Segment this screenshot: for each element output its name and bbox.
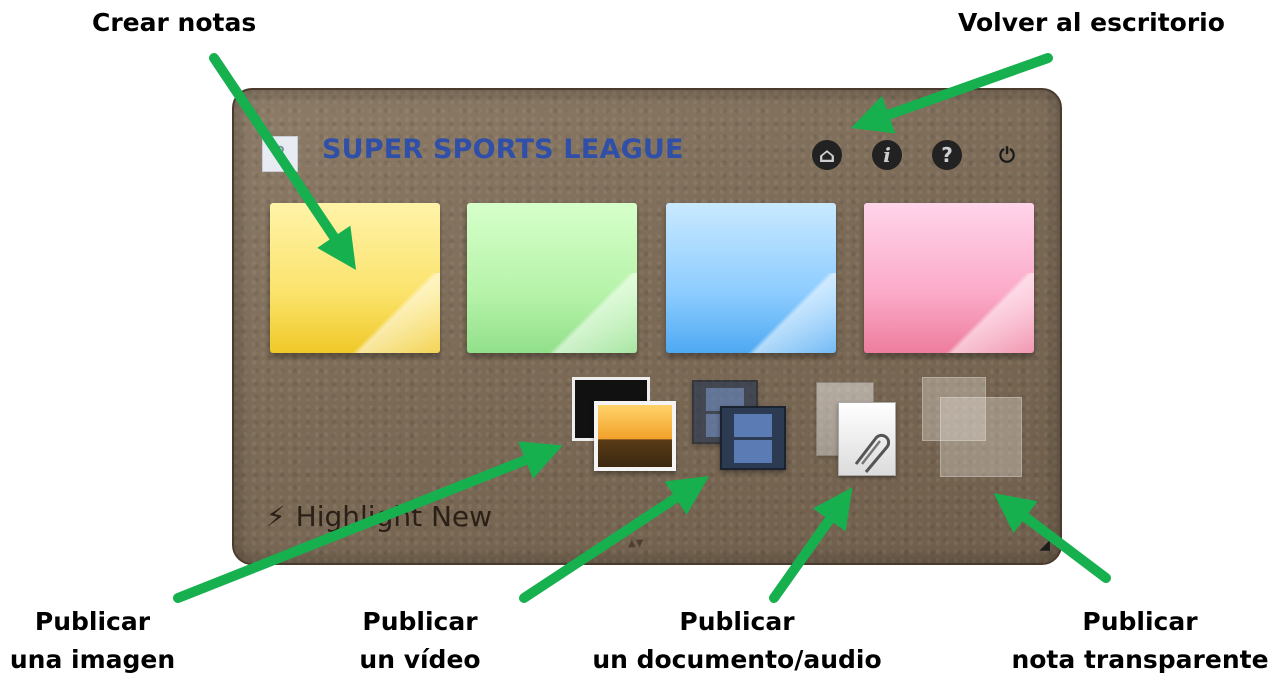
arrow-transparente xyxy=(993,493,1111,583)
arrow-documento xyxy=(769,487,853,603)
arrow-volver xyxy=(851,53,1053,134)
annotation-arrows xyxy=(173,53,1111,603)
arrow-video xyxy=(519,476,710,603)
arrow-imagen xyxy=(173,441,563,603)
arrow-crear-notas xyxy=(209,53,357,270)
